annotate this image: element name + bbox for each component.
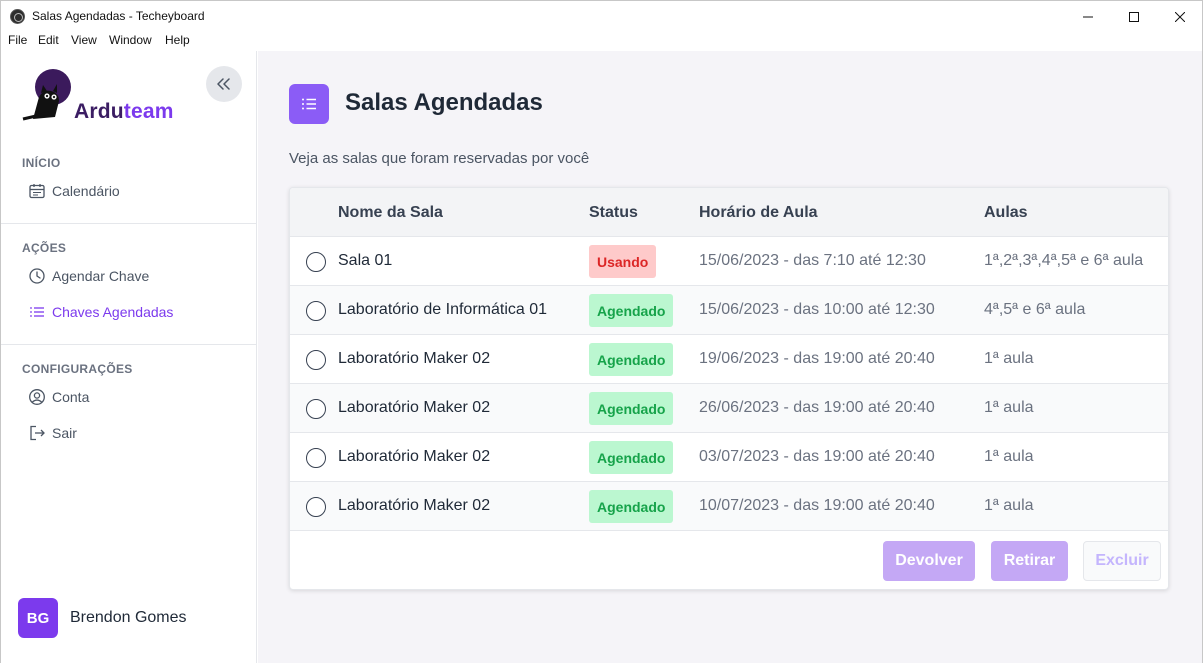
close-icon [1175, 11, 1185, 22]
row-select-radio[interactable] [306, 448, 326, 468]
window-title: Salas Agendadas - Techeyboard [32, 9, 205, 23]
user-circle-icon [29, 389, 45, 405]
class-periods: 1ª,2ª,3ª,4ª,5ª e 6ª aula [984, 252, 1144, 269]
status-badge: Agendado [589, 343, 674, 376]
close-button[interactable] [1157, 1, 1203, 32]
menu-edit[interactable]: Edit [38, 33, 59, 47]
menu-bar: File Edit View Window Help [0, 31, 1203, 51]
status-badge: Agendado [589, 490, 674, 523]
header-nome-da-sala[interactable]: Nome da Sala [338, 204, 443, 222]
retirar-button[interactable]: Retirar [991, 541, 1068, 581]
status-badge: Agendado [589, 294, 674, 327]
class-time: 15/06/2023 - das 10:00 até 12:30 [699, 301, 935, 318]
calendar-icon [29, 184, 45, 199]
class-time: 03/07/2023 - das 19:00 até 20:40 [699, 448, 935, 465]
sidebar-item-calendario[interactable]: Calendário [28, 180, 120, 202]
sidebar-item-sair[interactable]: Sair [28, 422, 77, 444]
section-label-inicio: INÍCIO [22, 156, 61, 170]
user-name: Brendon Gomes [70, 609, 187, 626]
room-name: Sala 01 [338, 252, 393, 269]
sidebar-item-label: Sair [52, 425, 77, 441]
page-list-icon [289, 84, 329, 124]
table-row[interactable]: Laboratório Maker 02 Agendado 26/06/2023… [290, 384, 1168, 433]
class-periods: 1ª aula [984, 448, 1034, 465]
row-select-radio[interactable] [306, 350, 326, 370]
brand-text-dark: Ardu [74, 100, 124, 123]
sidebar-item-label: Conta [52, 389, 90, 405]
table-row[interactable]: Laboratório Maker 02 Agendado 03/07/2023… [290, 433, 1168, 482]
logout-icon [30, 425, 45, 441]
brand-logo-text: Arduteam [74, 100, 174, 124]
room-name: Laboratório Maker 02 [338, 350, 491, 367]
header-horario-de-aula[interactable]: Horário de Aula [699, 204, 818, 222]
menu-file[interactable]: File [8, 33, 27, 47]
room-name: Laboratório Maker 02 [338, 497, 491, 514]
section-label-acoes: AÇÕES [22, 241, 67, 255]
section-label-configuracoes: CONFIGURAÇÕES [22, 362, 133, 376]
brand-text-accent: team [123, 100, 174, 123]
list-icon [30, 307, 44, 317]
class-periods: 1ª aula [984, 399, 1034, 416]
page-subtitle: Veja as salas que foram reservadas por v… [289, 150, 590, 167]
class-time: 26/06/2023 - das 19:00 até 20:40 [699, 399, 935, 416]
sidebar-item-label: Calendário [52, 183, 120, 199]
row-select-radio[interactable] [306, 497, 326, 517]
class-time: 10/07/2023 - das 19:00 até 20:40 [699, 497, 935, 514]
owl-logo-icon [19, 67, 75, 123]
sidebar-divider [1, 223, 257, 224]
table-row[interactable]: Sala 01 Usando 15/06/2023 - das 7:10 até… [290, 237, 1168, 286]
sidebar-item-agendar-chave[interactable]: Agendar Chave [28, 265, 149, 287]
excluir-button[interactable]: Excluir [1083, 541, 1161, 581]
row-select-radio[interactable] [306, 399, 326, 419]
status-badge: Usando [589, 245, 657, 278]
row-select-radio[interactable] [306, 301, 326, 321]
minimize-button[interactable] [1065, 1, 1111, 32]
window-titlebar: Salas Agendadas - Techeyboard [0, 0, 1203, 31]
collapse-sidebar-button[interactable] [206, 66, 242, 102]
status-badge: Agendado [589, 392, 674, 425]
room-name: Laboratório Maker 02 [338, 399, 491, 416]
clock-icon [29, 268, 45, 284]
class-periods: 1ª aula [984, 350, 1034, 367]
maximize-button[interactable] [1111, 1, 1157, 32]
reservations-table-card: Nome da Sala Status Horário de Aula Aula… [289, 187, 1169, 590]
chevrons-left-icon [217, 78, 230, 90]
room-name: Laboratório Maker 02 [338, 448, 491, 465]
sidebar-item-conta[interactable]: Conta [28, 386, 89, 408]
header-aulas[interactable]: Aulas [984, 204, 1028, 222]
header-status[interactable]: Status [589, 204, 638, 222]
menu-view[interactable]: View [71, 33, 97, 47]
status-badge: Agendado [589, 441, 674, 474]
class-periods: 4ª,5ª e 6ª aula [984, 301, 1086, 318]
sidebar-divider [1, 344, 257, 345]
row-select-radio[interactable] [306, 252, 326, 272]
minimize-icon [1083, 16, 1093, 17]
sidebar-item-label: Chaves Agendadas [52, 304, 174, 320]
app-icon [10, 9, 25, 24]
table-header: Nome da Sala Status Horário de Aula Aula… [290, 188, 1168, 237]
room-name: Laboratório de Informática 01 [338, 301, 548, 318]
maximize-icon [1129, 11, 1139, 22]
page-title: Salas Agendadas [345, 89, 543, 116]
table-row[interactable]: Laboratório Maker 02 Agendado 10/07/2023… [290, 482, 1168, 531]
avatar[interactable]: BG [18, 598, 58, 638]
menu-help[interactable]: Help [165, 33, 190, 47]
class-time: 15/06/2023 - das 7:10 até 12:30 [699, 252, 926, 269]
devolver-button[interactable]: Devolver [883, 541, 975, 581]
sidebar: Arduteam INÍCIO Calendário AÇÕES Agendar… [0, 51, 257, 663]
class-time: 19/06/2023 - das 19:00 até 20:40 [699, 350, 935, 367]
sidebar-item-label: Agendar Chave [52, 268, 150, 284]
class-periods: 1ª aula [984, 497, 1034, 514]
table-row[interactable]: Laboratório de Informática 01 Agendado 1… [290, 286, 1168, 335]
table-row[interactable]: Laboratório Maker 02 Agendado 19/06/2023… [290, 335, 1168, 384]
main-content: Salas Agendadas Veja as salas que foram … [258, 51, 1203, 663]
menu-window[interactable]: Window [109, 33, 152, 47]
sidebar-item-chaves-agendadas[interactable]: Chaves Agendadas [28, 301, 173, 323]
